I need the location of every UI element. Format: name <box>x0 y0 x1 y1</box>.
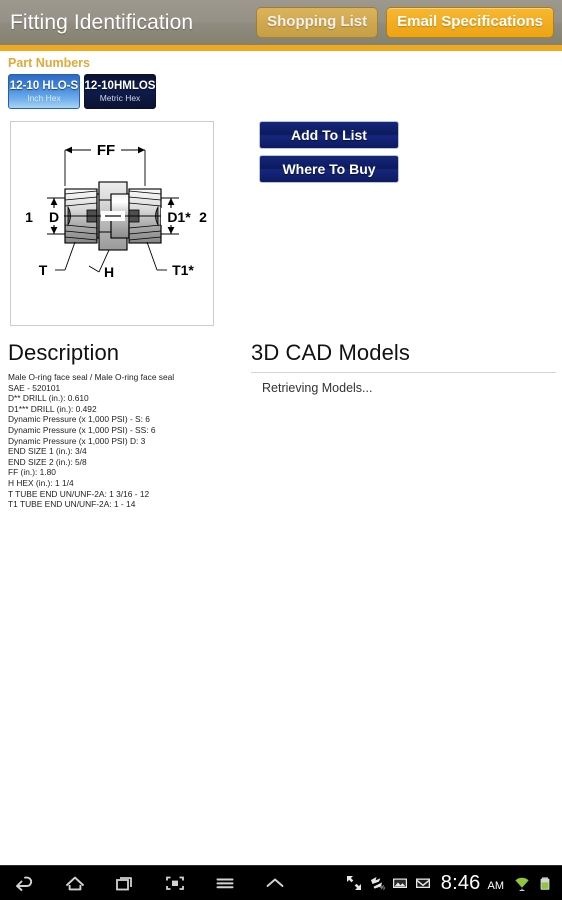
svg-text:D: D <box>49 209 59 225</box>
description-line: Dynamic Pressure (x 1,000 PSI) - SS: 6 <box>8 424 156 435</box>
part-number-code: 12-10HMLOS <box>84 79 156 92</box>
svg-text:D1*: D1* <box>167 209 191 225</box>
page-title: Fitting Identification <box>10 10 194 34</box>
part-numbers-label: Part Numbers <box>8 56 90 70</box>
description-line: T1 TUBE END UN/UNF-2A: 1 - 14 <box>8 499 136 510</box>
description-line: FF (in.): 1.80 <box>8 467 56 478</box>
cad-models-section: 3D CAD Models Retrieving Models... <box>248 340 562 395</box>
description-line: SAE - 520101 <box>8 382 61 393</box>
wifi-icon <box>513 874 531 892</box>
product-summary-row: FF D 1 D1* 2 T H T1* Add To List Where T… <box>0 109 562 326</box>
cad-loading-status: Retrieving Models... <box>262 381 373 395</box>
where-to-buy-button[interactable]: Where To Buy <box>259 155 399 183</box>
description-section: Description Male O-ring face seal / Male… <box>0 340 248 510</box>
part-number-subtitle: Metric Hex <box>99 93 141 104</box>
shopping-list-button[interactable]: Shopping List <box>256 7 379 38</box>
details-row: Description Male O-ring face seal / Male… <box>0 326 562 510</box>
cad-models-heading: 3D CAD Models <box>251 340 411 365</box>
battery-icon <box>536 874 554 892</box>
description-line: T TUBE END UN/UNF-2A: 1 3/16 - 12 <box>8 488 150 499</box>
description-line: Male O-ring face seal / Male O-ring face… <box>8 372 175 382</box>
clock-time: 8:46 <box>440 871 481 894</box>
sync-icon: % <box>368 874 386 892</box>
description-line: END SIZE 2 (in.): 5/8 <box>8 456 87 467</box>
screenshot-icon[interactable] <box>162 871 188 895</box>
clock-ampm: AM <box>487 880 505 892</box>
cad-divider <box>251 372 556 373</box>
actions-column: Add To List Where To Buy <box>215 121 399 189</box>
svg-text:FF: FF <box>97 142 115 159</box>
description-list: Male O-ring face seal / Male O-ring face… <box>8 372 248 510</box>
svg-text:2: 2 <box>199 209 207 225</box>
image-icon <box>391 874 409 892</box>
fitting-diagram-icon: FF D 1 D1* 2 T H T1* <box>25 140 207 280</box>
description-line: Dynamic Pressure (x 1,000 PSI) D: 3 <box>8 435 146 446</box>
menu-icon[interactable] <box>212 871 238 895</box>
description-line: H HEX (in.): 1 1/4 <box>8 477 74 488</box>
description-line: Dynamic Pressure (x 1,000 PSI) - S: 6 <box>8 414 150 425</box>
back-icon[interactable] <box>12 871 38 895</box>
svg-text:H: H <box>104 264 114 280</box>
part-numbers-section: Part Numbers 12-10 HLO-S Inch Hex 12-10H… <box>0 51 562 109</box>
email-specifications-button[interactable]: Email Specifications <box>386 7 554 38</box>
svg-text:T: T <box>39 262 48 278</box>
fitting-diagram-frame: FF D 1 D1* 2 T H T1* <box>10 121 214 326</box>
fullscreen-icon[interactable] <box>345 874 363 892</box>
status-icons: % 8:46 AM <box>345 872 562 895</box>
part-number-code: 12-10 HLO-S <box>9 79 79 92</box>
diagram-column: FF D 1 D1* 2 T H T1* <box>0 121 215 326</box>
recents-icon[interactable] <box>112 871 138 895</box>
home-icon[interactable] <box>62 871 88 895</box>
part-number-subtitle: Inch Hex <box>27 93 61 104</box>
description-heading: Description <box>8 340 120 365</box>
chevron-up-icon[interactable] <box>262 871 288 895</box>
app-header: Fitting Identification Shopping List Ema… <box>0 0 562 45</box>
svg-text:1: 1 <box>25 209 33 225</box>
description-line: D1*** DRILL (in.): 0.492 <box>8 403 97 414</box>
description-line: END SIZE 1 (in.): 3/4 <box>8 446 87 457</box>
part-number-tab-inch-hex[interactable]: 12-10 HLO-S Inch Hex <box>8 74 80 109</box>
part-number-tabs: 12-10 HLO-S Inch Hex 12-10HMLOS Metric H… <box>8 74 562 109</box>
android-system-bar: % 8:46 AM <box>0 865 562 900</box>
mail-icon <box>414 874 432 892</box>
header-actions: Shopping List Email Specifications <box>256 7 554 38</box>
description-line: D** DRILL (in.): 0.610 <box>8 393 89 404</box>
svg-text:T1*: T1* <box>172 262 194 278</box>
add-to-list-button[interactable]: Add To List <box>259 121 399 149</box>
svg-text:%: % <box>379 886 385 892</box>
part-number-tab-metric-hex[interactable]: 12-10HMLOS Metric Hex <box>84 74 156 109</box>
navigation-buttons <box>0 871 288 895</box>
main-content: FF D 1 D1* 2 T H T1* Add To List Where T… <box>0 109 562 510</box>
